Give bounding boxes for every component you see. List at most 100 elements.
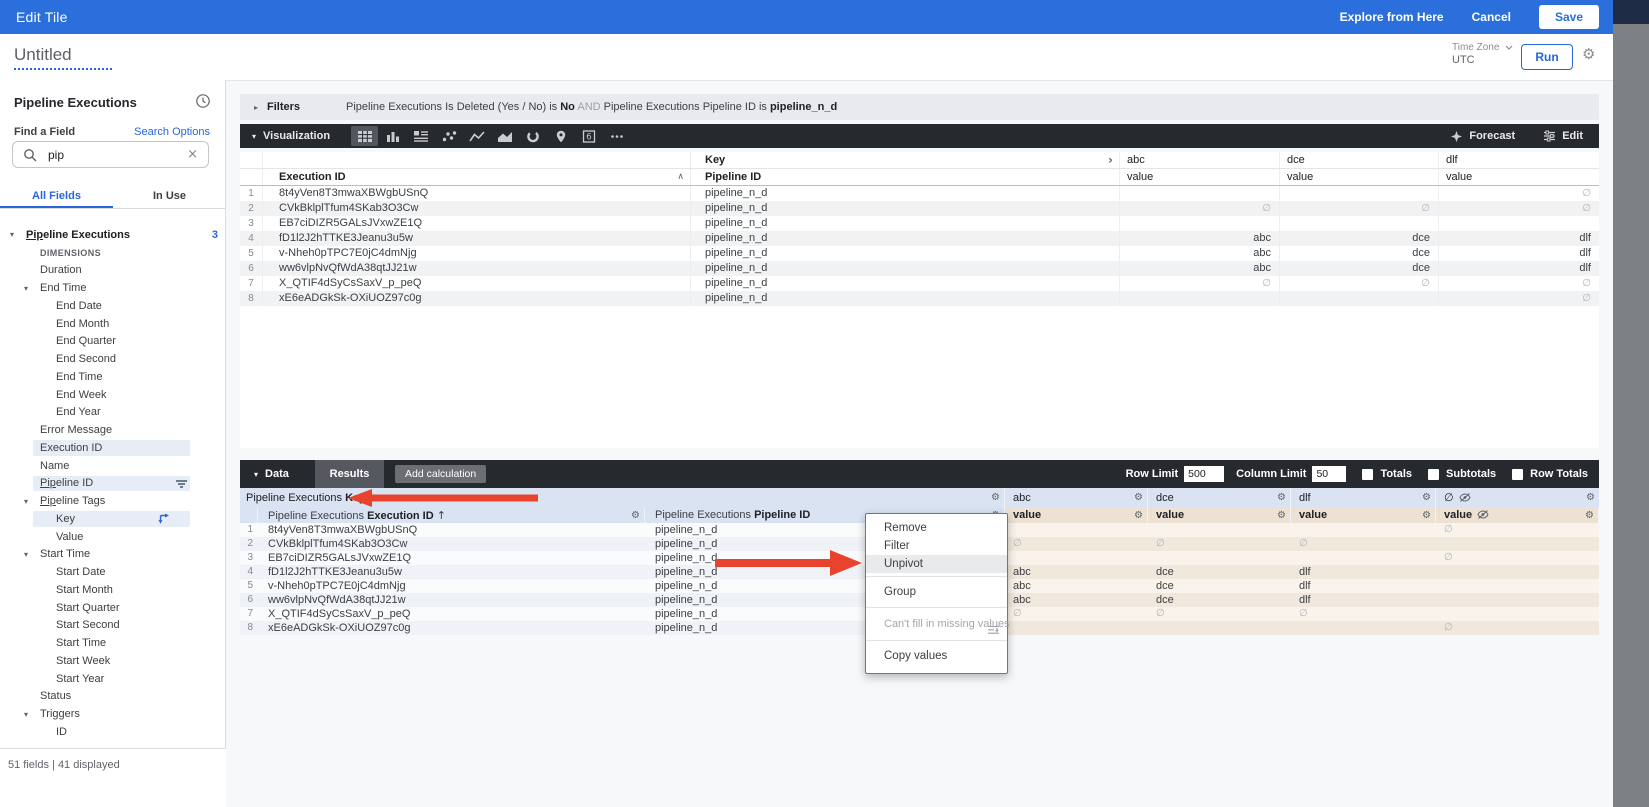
execution-id-cell[interactable]: fD1l2J2hTTKE3Jeanu3u5w (258, 565, 645, 579)
pivot-group-header-key[interactable]: Pipeline Executions Key›⚙ (240, 488, 1005, 508)
more-viz-icon[interactable] (603, 126, 630, 146)
filter-icon[interactable] (175, 479, 188, 492)
value-cell[interactable]: dlf (1291, 593, 1436, 607)
pivot-group-header-dlf[interactable]: dlf⚙ (1291, 488, 1436, 508)
value-header[interactable]: value⚙ (1148, 508, 1291, 523)
save-button[interactable]: Save (1539, 5, 1599, 29)
value-cell[interactable]: dce (1148, 593, 1291, 607)
sidebar-item-status[interactable]: Status (0, 688, 226, 706)
line-chart-icon[interactable] (463, 126, 490, 146)
sidebar-item-name[interactable]: Name (0, 457, 226, 475)
value-cell[interactable] (1005, 551, 1148, 565)
gear-icon[interactable]: ⚙ (991, 488, 1000, 508)
value-cell[interactable]: ∅ (1005, 607, 1148, 621)
sidebar-item-end-time[interactable]: ▾End Time (0, 279, 226, 297)
clear-search-icon[interactable]: × (187, 147, 198, 162)
field-search-input[interactable] (46, 147, 170, 163)
pivot-collapse-icon[interactable]: › (1108, 152, 1113, 168)
execution-id-cell[interactable]: xE6eADGkSk-OXiUOZ97c0g (258, 621, 645, 635)
execution-id-cell[interactable]: CVkBklplTfum4SKab3O3Cw (258, 537, 645, 551)
timezone-selector[interactable]: Time Zone UTC (1452, 41, 1513, 67)
sidebar-item-end-time[interactable]: End Time (0, 368, 226, 386)
value-cell[interactable] (1291, 621, 1436, 635)
gear-icon[interactable]: ⚙ (1134, 488, 1143, 508)
checkbox-icon[interactable] (1428, 469, 1439, 480)
value-cell[interactable]: ∅ (1291, 607, 1436, 621)
sidebar-item-pipeline-executions[interactable]: ▾Pipeline Executions3 (0, 226, 226, 244)
value-cell[interactable]: dlf (1291, 579, 1436, 593)
value-cell[interactable]: ∅ (1148, 537, 1291, 551)
value-cell[interactable] (1436, 593, 1599, 607)
value-cell[interactable] (1436, 565, 1599, 579)
sidebar-item-start-time[interactable]: Start Time (0, 634, 226, 652)
run-button[interactable]: Run (1521, 44, 1573, 70)
checkbox-icon[interactable] (1512, 469, 1523, 480)
value-cell[interactable]: abc (1005, 579, 1148, 593)
sidebar-item-end-week[interactable]: End Week (0, 386, 226, 404)
tile-title-input[interactable]: Untitled (14, 45, 112, 70)
single-value-icon[interactable]: 6 (575, 126, 602, 146)
tab-results[interactable]: Results (315, 460, 384, 488)
gear-icon[interactable]: ⚙ (1134, 508, 1143, 523)
value-cell[interactable]: ∅ (1291, 537, 1436, 551)
value-cell[interactable] (1148, 551, 1291, 565)
execution-id-cell[interactable]: EB7ciDIZR5GALsJVxwZE1Q (258, 551, 645, 565)
data-collapse-icon[interactable]: ▾ (254, 470, 258, 479)
sidebar-item-dimensions[interactable]: DIMENSIONS (0, 244, 226, 262)
value-cell[interactable] (1005, 523, 1148, 537)
sidebar-item-execution-id[interactable]: Execution ID (0, 439, 226, 457)
expand-arrow-icon[interactable]: ▾ (24, 710, 28, 719)
donut-chart-icon[interactable] (519, 126, 546, 146)
execution-id-header[interactable]: Execution ID∧ (262, 169, 690, 185)
edit-viz-button[interactable]: Edit (1543, 130, 1583, 142)
execution-id-cell[interactable]: ww6vlpNvQfWdA38qtJJ21w (258, 593, 645, 607)
value-cell[interactable]: ∅ (1436, 551, 1599, 565)
value-cell[interactable]: ∅ (1436, 523, 1599, 537)
value-cell[interactable] (1436, 537, 1599, 551)
history-clock-icon[interactable] (195, 93, 211, 114)
expand-chevron-icon[interactable]: › (369, 491, 374, 504)
gear-icon[interactable]: ⚙ (1422, 508, 1431, 523)
expand-arrow-icon[interactable]: ▾ (10, 230, 14, 239)
pivot-group-header-null[interactable]: ∅⚙ (1436, 488, 1599, 508)
gear-icon[interactable]: ⚙ (1277, 508, 1286, 523)
execution-id-header[interactable]: Pipeline Executions Execution ID ↑⚙ (258, 508, 645, 523)
text-table-icon[interactable] (407, 126, 434, 146)
cancel-button[interactable]: Cancel (1472, 10, 1511, 24)
value-cell[interactable] (1436, 607, 1599, 621)
expand-arrow-icon[interactable]: ▾ (24, 497, 28, 506)
sidebar-item-start-year[interactable]: Start Year (0, 670, 226, 688)
gear-icon[interactable]: ⚙ (1586, 488, 1595, 508)
value-cell[interactable]: abc (1005, 565, 1148, 579)
tab-all-fields[interactable]: All Fields (0, 186, 113, 208)
expand-arrow-icon[interactable]: ▾ (24, 284, 28, 293)
value-header[interactable]: value⚙ (1291, 508, 1436, 523)
sidebar-item-end-date[interactable]: End Date (0, 297, 226, 315)
filters-expand-icon[interactable]: ▸ (254, 103, 258, 112)
column-chart-icon[interactable] (379, 126, 406, 146)
gear-icon[interactable]: ⚙ (1422, 488, 1431, 508)
gear-icon[interactable]: ⚙ (631, 508, 640, 523)
execution-id-cell[interactable]: v-Nheh0pTPC7E0jC4dmNjg (258, 579, 645, 593)
expand-arrow-icon[interactable]: ▾ (24, 550, 28, 559)
forecast-button[interactable]: Forecast (1450, 130, 1515, 143)
sidebar-item-end-year[interactable]: End Year (0, 404, 226, 422)
value-header[interactable]: value⚙ (1436, 508, 1599, 523)
checkbox-icon[interactable] (1362, 469, 1373, 480)
sidebar-item-start-month[interactable]: Start Month (0, 581, 226, 599)
value-cell[interactable] (1291, 523, 1436, 537)
menu-item-remove[interactable]: Remove (866, 519, 1007, 537)
value-cell[interactable]: ∅ (1436, 621, 1599, 635)
sidebar-item-pipeline-id[interactable]: Pipeline ID (0, 475, 226, 493)
gear-icon[interactable]: ⚙ (1582, 47, 1595, 62)
pivot-group-header-dce[interactable]: dce⚙ (1148, 488, 1291, 508)
value-cell[interactable]: abc (1005, 593, 1148, 607)
sidebar-item-start-time[interactable]: ▾Start Time (0, 546, 226, 564)
sidebar-item-id[interactable]: ID (0, 723, 226, 741)
sidebar-item-end-month[interactable]: End Month (0, 315, 226, 333)
value-header[interactable]: value (1438, 169, 1599, 185)
sidebar-item-pipeline-tags[interactable]: ▾Pipeline Tags (0, 492, 226, 510)
value-cell[interactable]: dlf (1291, 565, 1436, 579)
sidebar-item-start-week[interactable]: Start Week (0, 652, 226, 670)
sidebar-item-error-message[interactable]: Error Message (0, 421, 226, 439)
